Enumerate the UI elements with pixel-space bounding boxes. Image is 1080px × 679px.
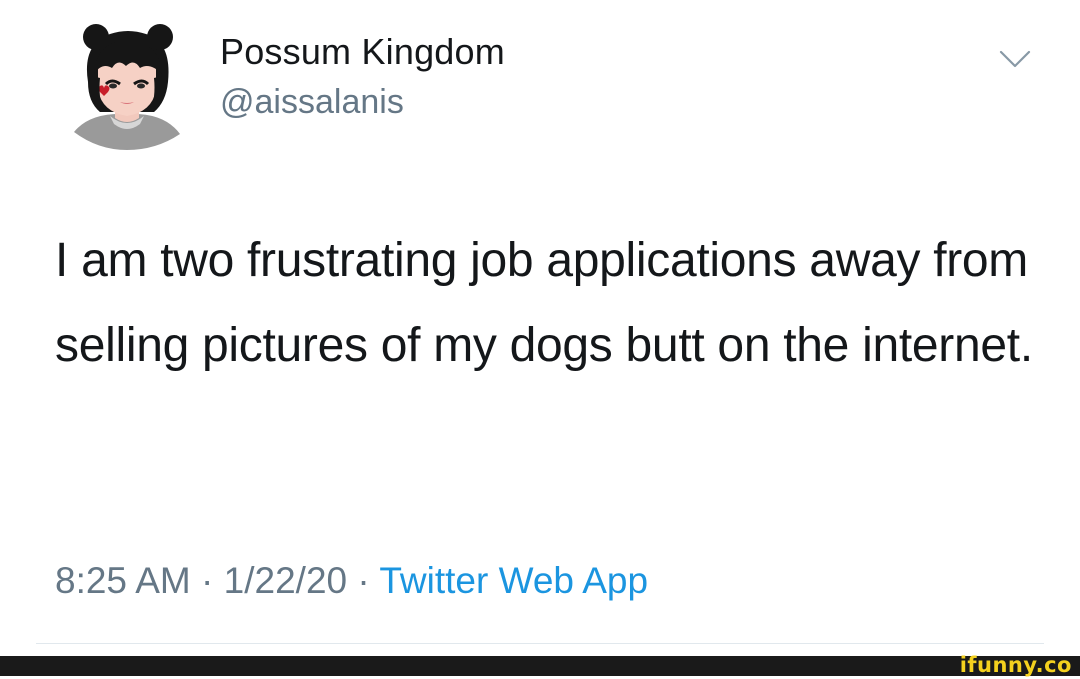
tweet-source-link[interactable]: Twitter Web App [379,560,648,601]
tweet-metadata: 8:25 AM · 1/22/20 · Twitter Web App [55,558,648,604]
tweet-date[interactable]: 1/22/20 [224,560,347,601]
user-handle[interactable]: @aissalanis [220,82,404,122]
avatar[interactable] [70,20,185,150]
tweet-time[interactable]: 8:25 AM [55,560,191,601]
chevron-down-icon[interactable] [998,48,1032,70]
meta-separator: · [347,560,380,601]
divider [36,643,1044,644]
tweet-card: Possum Kingdom @aissalanis I am two frus… [0,0,1080,655]
meta-separator: · [190,560,224,601]
avatar-illustration [74,24,180,150]
watermark-bar: ifunny.co [0,653,1080,677]
watermark-logo: ifunny.co [959,653,1072,677]
tweet-text: I am two frustrating job applications aw… [55,234,1033,372]
display-name[interactable]: Possum Kingdom [220,30,505,74]
